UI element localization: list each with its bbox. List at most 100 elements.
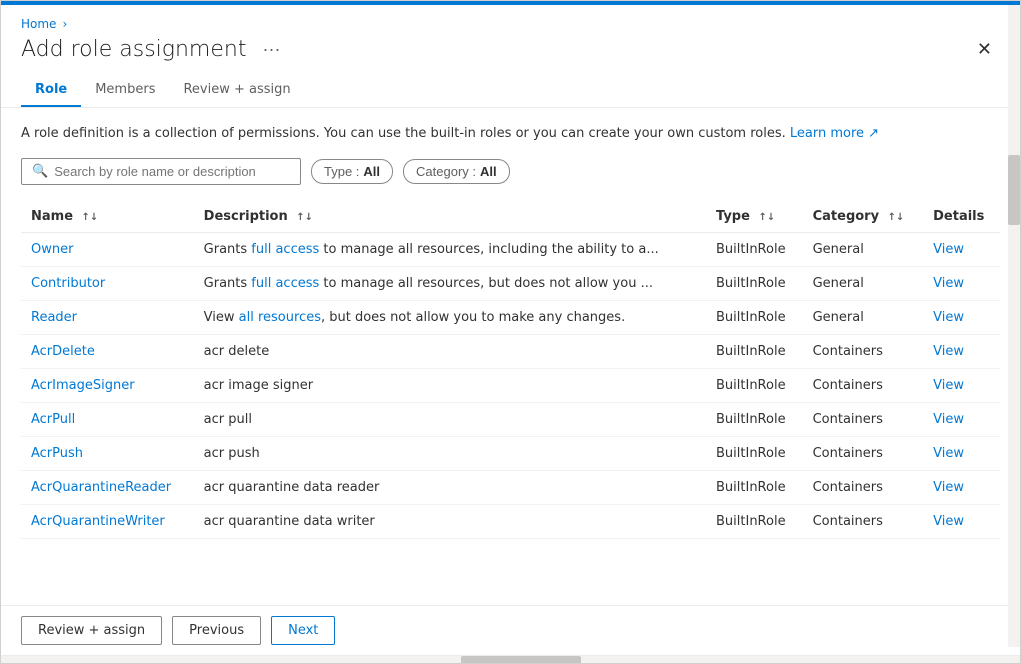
cell-name: AcrPull: [21, 402, 194, 436]
view-link[interactable]: View: [933, 378, 964, 393]
cell-type: BuiltInRole: [706, 436, 803, 470]
tab-members[interactable]: Members: [81, 74, 169, 107]
roles-table: Name ↑↓ Description ↑↓ Type ↑↓ Category …: [21, 201, 1000, 539]
cell-name: AcrImageSigner: [21, 368, 194, 402]
view-link[interactable]: View: [933, 344, 964, 359]
tab-role[interactable]: Role: [21, 74, 81, 107]
cell-name: Owner: [21, 232, 194, 266]
cell-details: View: [923, 504, 1000, 538]
role-name-link[interactable]: AcrImageSigner: [31, 378, 135, 393]
col-description[interactable]: Description ↑↓: [194, 201, 706, 233]
table-row: Contributor Grants full access to manage…: [21, 266, 1000, 300]
col-type[interactable]: Type ↑↓: [706, 201, 803, 233]
title-row: Add role assignment ··· ✕: [21, 37, 1000, 62]
cell-name: Contributor: [21, 266, 194, 300]
view-link[interactable]: View: [933, 480, 964, 495]
cell-type: BuiltInRole: [706, 402, 803, 436]
cell-type: BuiltInRole: [706, 232, 803, 266]
desc-text: View all resources, but does not allow y…: [204, 310, 626, 325]
view-link[interactable]: View: [933, 276, 964, 291]
main-content: A role definition is a collection of per…: [1, 108, 1020, 605]
table-row: Reader View all resources, but does not …: [21, 300, 1000, 334]
table-row: AcrDelete acr delete BuiltInRole Contain…: [21, 334, 1000, 368]
cell-description: acr delete: [194, 334, 706, 368]
tab-review-assign[interactable]: Review + assign: [169, 74, 304, 107]
cell-category: General: [803, 266, 924, 300]
cell-details: View: [923, 232, 1000, 266]
role-name-link[interactable]: AcrQuarantineReader: [31, 480, 171, 495]
cell-details: View: [923, 368, 1000, 402]
type-sort-icon: ↑↓: [758, 212, 775, 223]
horizontal-scrollbar[interactable]: [1, 655, 1020, 663]
cell-description: acr push: [194, 436, 706, 470]
close-button[interactable]: ✕: [969, 37, 1000, 62]
view-link[interactable]: View: [933, 514, 964, 529]
col-category[interactable]: Category ↑↓: [803, 201, 924, 233]
ellipsis-button[interactable]: ···: [256, 37, 286, 62]
role-name-link[interactable]: AcrPush: [31, 446, 83, 461]
cell-type: BuiltInRole: [706, 504, 803, 538]
horizontal-scrollbar-thumb: [461, 656, 581, 664]
desc-text: acr quarantine data reader: [204, 480, 380, 495]
filters-row: 🔍 Type : All Category : All: [21, 158, 1000, 185]
category-value: All: [480, 164, 497, 179]
search-input[interactable]: [54, 164, 290, 179]
breadcrumb-home[interactable]: Home: [21, 17, 56, 31]
table-row: AcrImageSigner acr image signer BuiltInR…: [21, 368, 1000, 402]
table-row: AcrPull acr pull BuiltInRole Containers …: [21, 402, 1000, 436]
category-label: Category :: [416, 164, 476, 179]
next-button[interactable]: Next: [271, 616, 335, 645]
cell-description: Grants full access to manage all resourc…: [194, 232, 706, 266]
cell-description: View all resources, but does not allow y…: [194, 300, 706, 334]
table-header: Name ↑↓ Description ↑↓ Type ↑↓ Category …: [21, 201, 1000, 233]
desc-text: Grants full access to manage all resourc…: [204, 276, 653, 291]
main-window: Home › Add role assignment ··· ✕ Role Me…: [0, 0, 1021, 664]
cell-category: Containers: [803, 436, 924, 470]
description-text: A role definition is a collection of per…: [21, 124, 1000, 144]
cell-name: Reader: [21, 300, 194, 334]
cell-details: View: [923, 436, 1000, 470]
cell-details: View: [923, 470, 1000, 504]
view-link[interactable]: View: [933, 310, 964, 325]
name-sort-icon: ↑↓: [82, 212, 99, 223]
type-value: All: [363, 164, 380, 179]
desc-sort-icon: ↑↓: [296, 212, 313, 223]
role-name-link[interactable]: AcrQuarantineWriter: [31, 514, 165, 529]
review-assign-button[interactable]: Review + assign: [21, 616, 162, 645]
view-link[interactable]: View: [933, 412, 964, 427]
role-name-link[interactable]: Reader: [31, 310, 77, 325]
cell-type: BuiltInRole: [706, 470, 803, 504]
cell-description: acr quarantine data writer: [194, 504, 706, 538]
previous-button[interactable]: Previous: [172, 616, 261, 645]
search-box: 🔍: [21, 158, 301, 185]
role-name-link[interactable]: Contributor: [31, 276, 105, 291]
role-name-link[interactable]: Owner: [31, 242, 73, 257]
cell-type: BuiltInRole: [706, 368, 803, 402]
role-name-link[interactable]: AcrDelete: [31, 344, 95, 359]
cell-details: View: [923, 266, 1000, 300]
category-filter-pill[interactable]: Category : All: [403, 159, 510, 184]
footer: Review + assign Previous Next: [1, 605, 1020, 655]
type-filter-pill[interactable]: Type : All: [311, 159, 393, 184]
col-name[interactable]: Name ↑↓: [21, 201, 194, 233]
role-name-link[interactable]: AcrPull: [31, 412, 75, 427]
learn-more-link[interactable]: Learn more ↗: [790, 126, 879, 141]
desc-highlight: full access: [251, 242, 319, 257]
cell-name: AcrDelete: [21, 334, 194, 368]
cell-description: Grants full access to manage all resourc…: [194, 266, 706, 300]
view-link[interactable]: View: [933, 242, 964, 257]
table-row: Owner Grants full access to manage all r…: [21, 232, 1000, 266]
table-row: AcrQuarantineReader acr quarantine data …: [21, 470, 1000, 504]
cell-name: AcrPush: [21, 436, 194, 470]
cell-category: General: [803, 232, 924, 266]
desc-highlight: all resources: [239, 310, 321, 325]
search-icon: 🔍: [32, 164, 48, 179]
cell-type: BuiltInRole: [706, 300, 803, 334]
desc-text: acr quarantine data writer: [204, 514, 375, 529]
view-link[interactable]: View: [933, 446, 964, 461]
cell-category: General: [803, 300, 924, 334]
col-details: Details: [923, 201, 1000, 233]
title-left: Add role assignment ···: [21, 37, 286, 62]
page-header: Home › Add role assignment ··· ✕ Role Me…: [1, 5, 1020, 108]
vertical-scrollbar[interactable]: [1008, 5, 1020, 647]
